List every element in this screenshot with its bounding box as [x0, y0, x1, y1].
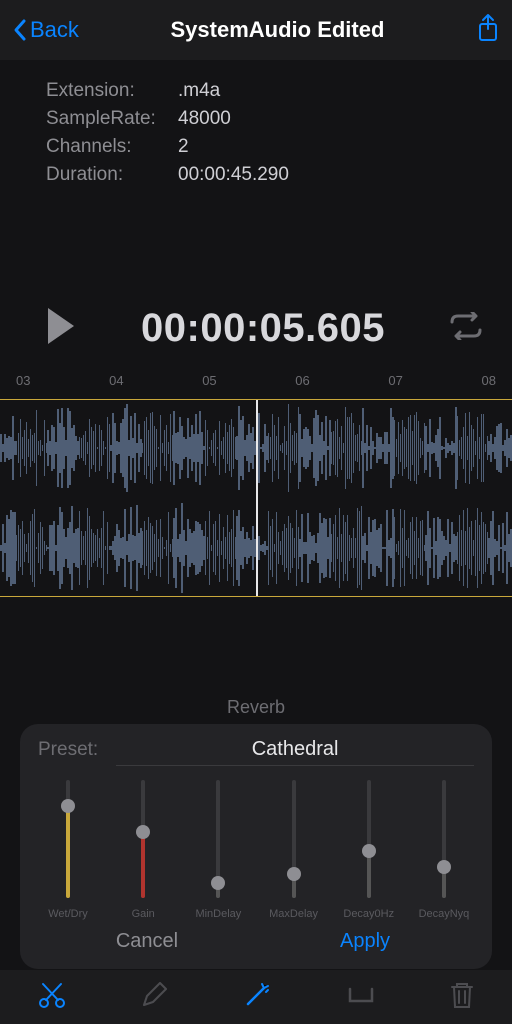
cancel-button[interactable]: Cancel: [38, 926, 256, 957]
dur-label: Duration:: [46, 164, 178, 186]
file-info: Extension:.m4a SampleRate:48000 Channels…: [0, 60, 512, 186]
loop-icon: [448, 312, 484, 340]
ch-value: 2: [178, 136, 189, 158]
playhead[interactable]: [256, 399, 258, 597]
slider-wetdry[interactable]: Wet/Dry: [38, 780, 98, 920]
tick-label: 03: [16, 373, 30, 388]
cut-tool[interactable]: [37, 980, 67, 1015]
effect-name: Reverb: [0, 697, 512, 718]
tick-label: 06: [295, 373, 309, 388]
loop-button[interactable]: [448, 312, 484, 345]
toolbar: [0, 970, 512, 1024]
wand-icon: [242, 980, 272, 1010]
trash-icon: [449, 980, 475, 1010]
slider-decaynyq[interactable]: DecayNyq: [414, 780, 474, 920]
share-button[interactable]: [476, 13, 500, 48]
tick-label: 07: [388, 373, 402, 388]
nav-bar: Back SystemAudio Edited: [0, 0, 512, 60]
slider-label: Decay0Hz: [343, 908, 394, 920]
effect-panel: Preset: Cathedral Wet/Dry Gain MinDelay Max…: [20, 724, 492, 969]
slider-decay0hz[interactable]: Decay0Hz: [339, 780, 399, 920]
slider-label: Gain: [132, 908, 155, 920]
page-title: SystemAudio Edited: [171, 17, 385, 43]
rate-value: 48000: [178, 108, 231, 130]
preset-select[interactable]: Cathedral: [116, 738, 474, 766]
slider-label: DecayNyq: [419, 908, 470, 920]
slider-label: MaxDelay: [269, 908, 318, 920]
play-icon: [44, 306, 78, 346]
timeline-ruler: 03 04 05 06 07 08: [0, 373, 512, 393]
slider-gain[interactable]: Gain: [113, 780, 173, 920]
tick-label: 08: [481, 373, 495, 388]
waveform[interactable]: [0, 399, 512, 597]
player-controls: 00:00:05.605: [0, 306, 512, 351]
delete-tool[interactable]: [449, 980, 475, 1015]
ch-label: Channels:: [46, 136, 178, 158]
ext-label: Extension:: [46, 80, 178, 102]
pencil-tool[interactable]: [140, 981, 168, 1014]
slider-label: MinDelay: [195, 908, 241, 920]
share-icon: [476, 13, 500, 43]
dur-value: 00:00:45.290: [178, 164, 289, 186]
rate-label: SampleRate:: [46, 108, 178, 130]
tick-label: 04: [109, 373, 123, 388]
slider-maxdelay[interactable]: MaxDelay: [264, 780, 324, 920]
tick-label: 05: [202, 373, 216, 388]
bracket-icon: [346, 985, 376, 1005]
slider-label: Wet/Dry: [48, 908, 88, 920]
preset-label: Preset:: [38, 739, 98, 761]
slider-mindelay[interactable]: MinDelay: [188, 780, 248, 920]
effects-tool[interactable]: [242, 980, 272, 1015]
chevron-left-icon: [12, 18, 28, 42]
play-button[interactable]: [44, 306, 78, 351]
back-button[interactable]: Back: [12, 17, 79, 43]
ext-value: .m4a: [178, 80, 220, 102]
select-tool[interactable]: [346, 985, 376, 1010]
current-time: 00:00:05.605: [78, 306, 448, 351]
scissors-icon: [37, 980, 67, 1010]
apply-button[interactable]: Apply: [256, 926, 474, 957]
pencil-icon: [140, 981, 168, 1009]
back-label: Back: [30, 17, 79, 43]
